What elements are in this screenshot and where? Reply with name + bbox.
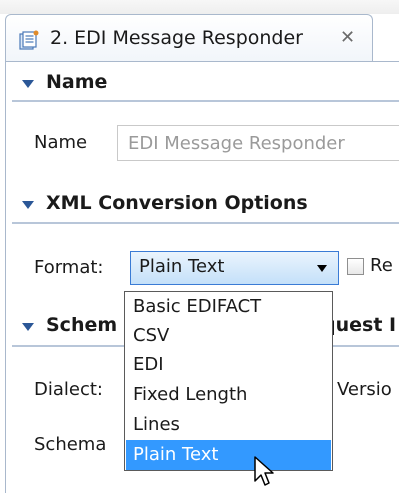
section-header-xml-conversion[interactable]: XML Conversion Options: [12, 190, 399, 222]
collapse-triangle-icon[interactable]: [22, 323, 34, 331]
section-divider: [12, 100, 399, 102]
chevron-down-icon[interactable]: [317, 265, 327, 272]
collapse-triangle-icon[interactable]: [22, 201, 34, 209]
dropdown-option[interactable]: EDI: [126, 350, 331, 380]
dialect-label: Dialect:: [34, 379, 103, 400]
name-field[interactable]: [117, 125, 399, 161]
dropdown-option[interactable]: Fixed Length: [126, 380, 331, 410]
dropdown-option[interactable]: Lines: [126, 410, 331, 440]
format-dropdown-list: Basic EDIFACT CSV EDI Fixed Length Lines…: [124, 291, 333, 471]
dropdown-option[interactable]: CSV: [126, 321, 331, 351]
version-label: Versio: [337, 379, 392, 400]
section-title-schema: Schem: [46, 314, 118, 336]
window-top-strip: [0, 0, 399, 14]
editor-document-icon: [19, 30, 39, 50]
schema-label: Schema: [34, 434, 107, 455]
name-label: Name: [34, 132, 88, 153]
mouse-pointer-icon: [254, 456, 274, 486]
close-icon[interactable]: ✕: [340, 25, 355, 51]
format-dropdown[interactable]: Plain Text: [130, 251, 339, 285]
section-title-xml-conversion: XML Conversion Options: [46, 192, 308, 214]
section-header-name[interactable]: Name: [12, 69, 399, 101]
format-selected-value: Plain Text: [139, 256, 225, 277]
tab-title: 2. EDI Message Responder: [50, 27, 303, 49]
section-divider: [12, 222, 399, 224]
dropdown-option[interactable]: Basic EDIFACT: [126, 292, 331, 322]
editor-tab[interactable]: 2. EDI Message Responder ✕: [5, 14, 373, 62]
collapse-triangle-icon[interactable]: [22, 80, 34, 88]
section-title-schema-right: quest I: [322, 314, 397, 336]
checkbox-label: Re: [370, 255, 393, 276]
format-label: Format:: [34, 257, 104, 278]
dropdown-option-selected[interactable]: Plain Text: [126, 440, 331, 470]
option-checkbox[interactable]: [347, 258, 364, 275]
section-title-name: Name: [46, 71, 108, 93]
